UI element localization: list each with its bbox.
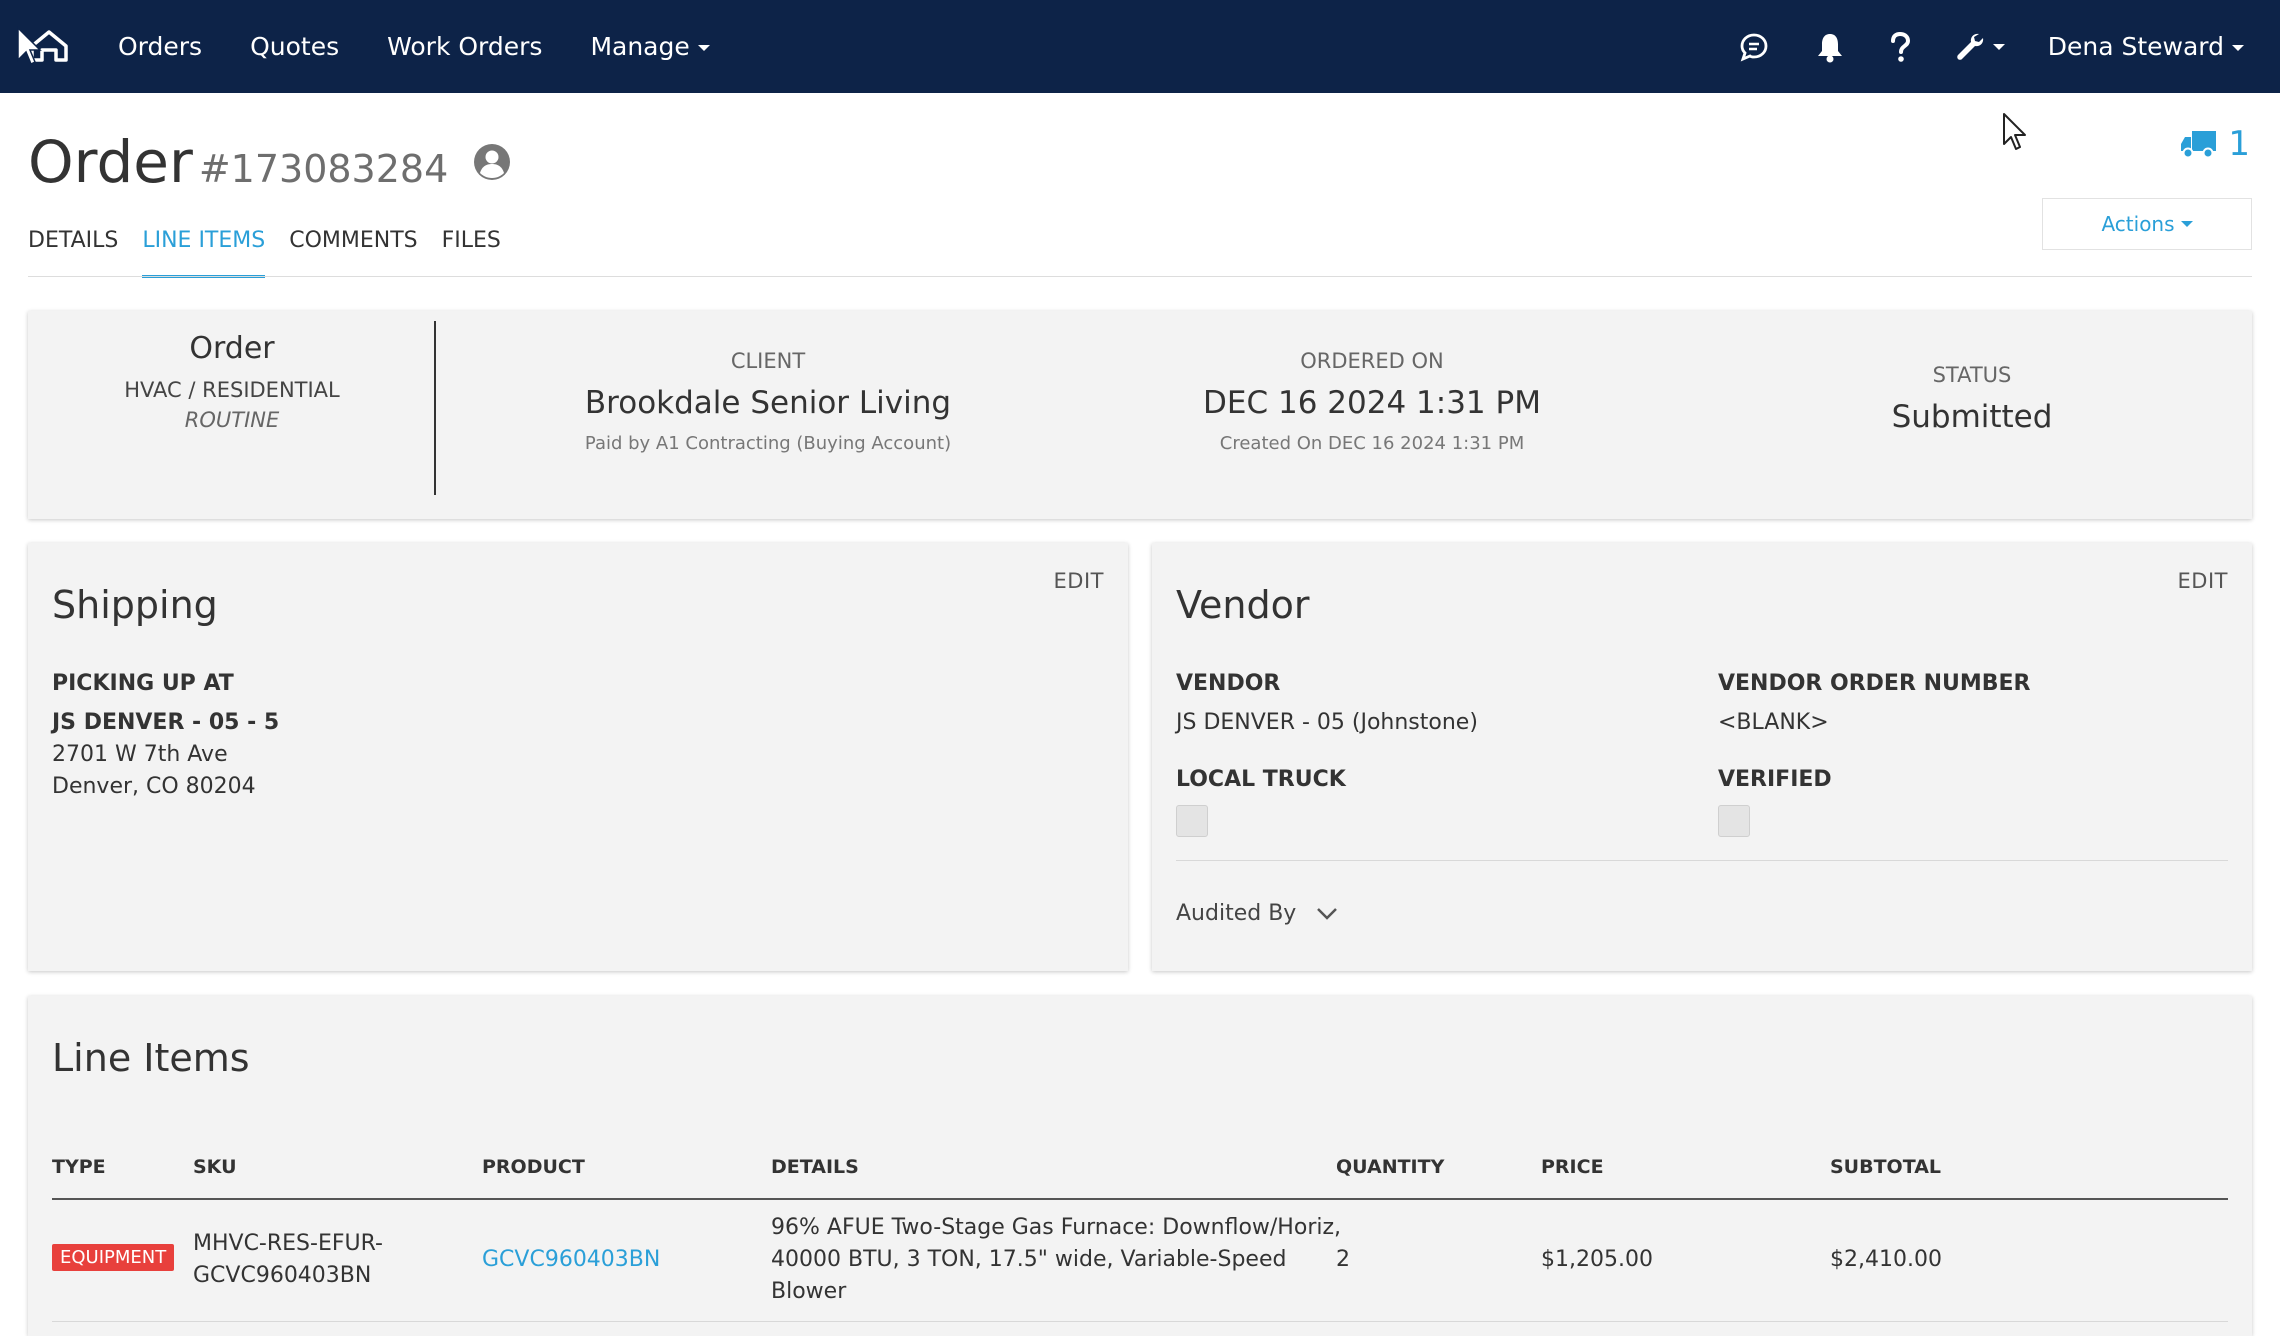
tab-line-items[interactable]: LINE ITEMS: [142, 228, 266, 278]
nav-orders[interactable]: Orders: [118, 32, 202, 61]
shipping-edit-link[interactable]: EDIT: [1054, 569, 1104, 593]
local-truck-label: LOCAL TRUCK: [1176, 767, 1346, 792]
truck-icon: [2181, 131, 2217, 159]
summary-type: Order HVAC / RESIDENTIAL ROUTINE: [28, 311, 436, 519]
sku-line2: GCVC960403BN: [193, 1263, 372, 1288]
nav-links: Orders Quotes Work Orders Manage: [118, 0, 758, 93]
chat-icon[interactable]: [1736, 29, 1772, 65]
price-cell: $1,205.00: [1541, 1247, 1653, 1272]
client-paid-by: Paid by A1 Contracting (Buying Account): [584, 433, 952, 454]
details-line1: 96% AFUE Two-Stage Gas Furnace: Downflow…: [771, 1215, 1342, 1240]
bell-icon[interactable]: [1812, 29, 1848, 65]
order-summary-card: Order HVAC / RESIDENTIAL ROUTINE CLIENT …: [28, 311, 2252, 519]
summary-client: CLIENT Brookdale Senior Living Paid by A…: [488, 349, 1048, 454]
col-header-quantity: QUANTITY: [1336, 1156, 1445, 1178]
summary-status: STATUS Submitted: [1692, 363, 2252, 435]
details-cell: 96% AFUE Two-Stage Gas Furnace: Downflow…: [771, 1212, 1341, 1308]
tab-files[interactable]: FILES: [442, 228, 501, 278]
tab-comments[interactable]: COMMENTS: [289, 228, 417, 278]
col-header-price: PRICE: [1541, 1156, 1604, 1178]
nav-manage-label: Manage: [590, 32, 690, 61]
col-header-product: PRODUCT: [482, 1156, 585, 1178]
page-title: Order #173083284: [28, 128, 511, 196]
tab-bar: DETAILS LINE ITEMS COMMENTS FILES: [28, 228, 525, 278]
summary-divider: [434, 321, 436, 495]
nav-manage-dropdown[interactable]: Manage: [590, 32, 710, 61]
col-header-subtotal: SUBTOTAL: [1830, 1156, 1942, 1178]
line-items-card: Line Items TYPE SKU PRODUCT DETAILS QUAN…: [28, 996, 2252, 1336]
actions-label: Actions: [2101, 212, 2175, 236]
home-icon[interactable]: [16, 22, 72, 70]
vendor-edit-link[interactable]: EDIT: [2178, 569, 2228, 593]
summary-type-title: Order: [189, 331, 275, 366]
details-line3: Blower: [771, 1279, 847, 1304]
summary-ordered-on: ORDERED ON DEC 16 2024 1:31 PM Created O…: [1092, 349, 1652, 454]
product-link[interactable]: GCVC960403BN: [482, 1244, 660, 1276]
caret-down-icon: [2180, 221, 2193, 227]
col-header-details: DETAILS: [771, 1156, 859, 1178]
vendor-card: Vendor EDIT VENDOR JS DENVER - 05 (Johns…: [1152, 543, 2252, 971]
page-title-text: Order: [28, 128, 193, 196]
quantity-cell: 2: [1336, 1247, 1350, 1272]
shipping-title: Shipping: [52, 583, 218, 627]
tab-details[interactable]: DETAILS: [28, 228, 118, 278]
nav-quotes[interactable]: Quotes: [250, 32, 339, 61]
truck-badge[interactable]: 1: [2180, 124, 2250, 164]
sku-cell: MHVC-RES-EFUR- GCVC960403BN: [193, 1228, 383, 1292]
help-icon[interactable]: [1882, 29, 1918, 65]
vendor-order-number-label: VENDOR ORDER NUMBER: [1718, 671, 2031, 696]
truck-count: 1: [2228, 124, 2250, 164]
ordered-on-label: ORDERED ON: [1300, 349, 1444, 373]
vendor-order-number-value: <BLANK>: [1718, 710, 1829, 735]
chevron-down-icon: [1317, 907, 1338, 920]
tab-divider: [28, 276, 2252, 277]
order-number: #173083284: [198, 147, 449, 191]
pickup-label: PICKING UP AT: [52, 671, 234, 696]
type-badge: EQUIPMENT: [52, 1244, 175, 1271]
caret-down-icon: [1992, 43, 2005, 50]
table-row: EQUIPMENT MHVC-RES-EFUR- GCVC960403BN GC…: [52, 1200, 2228, 1322]
vendor-label: VENDOR: [1176, 671, 1281, 696]
details-line2: 40000 BTU, 3 TON, 17.5" wide, Variable-S…: [771, 1247, 1287, 1272]
vendor-title: Vendor: [1176, 583, 1310, 627]
status-label: STATUS: [1932, 363, 2012, 387]
vendor-divider: [1176, 860, 2228, 861]
audited-by-toggle[interactable]: Audited By: [1176, 901, 1338, 926]
nav-work-orders[interactable]: Work Orders: [387, 32, 542, 61]
col-header-sku: SKU: [193, 1156, 237, 1178]
actions-button[interactable]: Actions: [2042, 198, 2252, 250]
pickup-address-line1: 2701 W 7th Ave: [52, 742, 228, 767]
line-items-title: Line Items: [52, 1036, 250, 1080]
status-value: Submitted: [1891, 399, 2053, 435]
user-name: Dena Steward: [2047, 32, 2224, 61]
user-circle-icon[interactable]: [473, 143, 511, 181]
nav-right: Dena Steward: [1736, 0, 2280, 93]
verified-label: VERIFIED: [1718, 767, 1832, 792]
sku-line1: MHVC-RES-EFUR-: [193, 1231, 383, 1256]
wrench-icon[interactable]: [1952, 29, 2008, 65]
subtotal-cell: $2,410.00: [1830, 1247, 1942, 1272]
pickup-address-line2: Denver, CO 80204: [52, 774, 256, 799]
pickup-location-name: JS DENVER - 05 - 5: [52, 710, 280, 735]
client-name: Brookdale Senior Living: [584, 385, 952, 421]
caret-down-icon: [697, 45, 710, 51]
col-header-type: TYPE: [52, 1156, 106, 1178]
user-menu[interactable]: Dena Steward: [2048, 32, 2244, 61]
local-truck-checkbox[interactable]: [1176, 805, 1208, 837]
shipping-card: Shipping EDIT PICKING UP AT JS DENVER - …: [28, 543, 1128, 971]
top-navbar: Orders Quotes Work Orders Manage Dena St…: [0, 0, 2280, 93]
client-label: CLIENT: [730, 349, 806, 373]
audited-by-label: Audited By: [1176, 901, 1297, 926]
caret-down-icon: [2232, 45, 2244, 51]
verified-checkbox[interactable]: [1718, 805, 1750, 837]
ordered-on-value: DEC 16 2024 1:31 PM: [1203, 385, 1541, 421]
vendor-value: JS DENVER - 05 (Johnstone): [1176, 710, 1478, 735]
summary-priority: ROUTINE: [184, 408, 280, 432]
summary-category: HVAC / RESIDENTIAL: [124, 378, 340, 402]
mouse-cursor-icon: [2003, 113, 2026, 150]
created-on-value: Created On DEC 16 2024 1:31 PM: [1219, 433, 1525, 454]
